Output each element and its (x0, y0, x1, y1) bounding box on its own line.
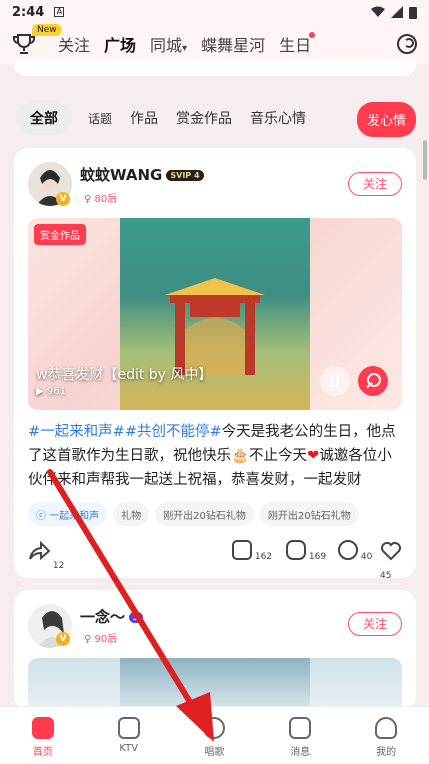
scrollbar[interactable] (423, 140, 427, 180)
caret-down-icon: ▾ (182, 43, 188, 54)
filter-bar: 全部 话题 作品 赏金作品 音乐心情 发心情 (16, 100, 416, 137)
pause-button[interactable] (320, 366, 350, 396)
filter-music-mood[interactable]: 音乐心情 (250, 108, 306, 128)
age-text: 80后 (94, 194, 118, 205)
hashtag[interactable]: #一起来和声# (28, 424, 125, 440)
nav-ktv-label: KTV (119, 743, 139, 754)
nav-me[interactable]: 我的 (343, 707, 429, 764)
age-text: 90后 (94, 634, 118, 645)
feed-card[interactable]: V 一念～ 3 ♀ 90后 关注 (14, 590, 416, 710)
nav-home-label: 首页 (32, 747, 53, 758)
search-bar-remnant[interactable] (14, 60, 416, 76)
post-chips: ⓒ 一起来和声 礼物 刚开出20钻石礼物 刚开出20钻石礼物 (28, 502, 416, 526)
filter-all[interactable]: 全部 (16, 101, 72, 135)
post-text[interactable]: #一起来和声##共创不能停#今天是我老公的生日，他点了这首歌作为生日歌，祝他快乐… (28, 420, 404, 492)
like-action[interactable]: 45 (380, 540, 406, 581)
user-icon (375, 717, 398, 739)
nav-messages[interactable]: 消息 (257, 707, 343, 764)
age-tag: ♀ 80后 (84, 194, 118, 205)
play-count-text: 961 (46, 386, 66, 397)
tab-birthday-label: 生日 (279, 36, 312, 55)
verified-badge-icon: V (56, 192, 70, 206)
tab-nearby[interactable]: 同城▾ (150, 32, 187, 56)
play-count: ▶ 961 (36, 386, 66, 397)
chip-gift-diamond[interactable]: 刚开出20钻石礼物 (155, 502, 254, 526)
music-note-icon (31, 717, 54, 739)
nav-me-label: 我的 (376, 747, 397, 758)
tab-dieuwu[interactable]: 蝶舞星河 (201, 32, 265, 56)
filter-works[interactable]: 作品 (130, 108, 158, 128)
comment-icon (286, 540, 306, 560)
share-action[interactable]: 12 (28, 540, 64, 571)
nav-tabs: 关注 广场 同城▾ 蝶舞星河 生日 (58, 32, 325, 64)
share-icon (29, 540, 51, 561)
svip-badge: SVIP 4 (166, 170, 204, 181)
song-title[interactable]: w恭喜发财【edit by 风中】 (36, 364, 212, 384)
comment-count: 169 (308, 551, 327, 562)
gift-icon (232, 540, 252, 560)
gift-action[interactable]: 162 (232, 540, 273, 562)
username-text: 一念～ (80, 608, 126, 626)
status-bar: 2:44 A (0, 0, 429, 24)
post-mood-button[interactable]: 发心情 (356, 102, 416, 137)
age-tag: ♀ 90后 (84, 634, 118, 645)
share-count: 12 (52, 561, 65, 571)
feed-card[interactable]: V 蚊蚊WANG SVIP 4 ♀ 80后 关注 赏金作品 w恭喜发财【edit … (14, 148, 416, 581)
hashtag[interactable]: #共创不能停# (125, 424, 222, 440)
gift-count: 162 (254, 551, 273, 562)
action-bar: 12 162 169 40 45 (26, 540, 406, 581)
username[interactable]: 一念～ 3 (80, 606, 143, 627)
sing-mic-button[interactable] (358, 366, 388, 396)
follow-button[interactable]: 关注 (348, 612, 402, 636)
song-cover-art (120, 658, 310, 710)
wifi-icon (371, 6, 385, 17)
username[interactable]: 蚊蚊WANG SVIP 4 (80, 164, 204, 185)
bottom-nav: 首页 KTV 唱歌 消息 我的 (0, 706, 429, 764)
status-time: 2:44 (12, 4, 45, 20)
reward-works-tag: 赏金作品 (34, 224, 86, 245)
camera-icon[interactable] (397, 34, 417, 54)
like-count: 45 (380, 571, 392, 581)
chip-gift[interactable]: 礼物 (113, 502, 150, 526)
listen-action[interactable]: 40 (338, 540, 373, 562)
nav-ktv[interactable]: KTV (86, 707, 172, 764)
tab-nearby-label: 同城 (150, 36, 183, 55)
level-badge: 3 (129, 612, 143, 623)
nav-messages-label: 消息 (290, 747, 311, 758)
tab-birthday[interactable]: 生日 (279, 32, 316, 56)
verified-badge-icon: V (56, 632, 70, 646)
chip-topic-label: 一起来和声 (49, 511, 100, 522)
nav-sing[interactable]: 唱歌 (172, 707, 258, 764)
mic-icon (203, 717, 226, 739)
battery-icon (409, 6, 417, 19)
red-dot-badge (309, 32, 316, 38)
song-media[interactable]: 赏金作品 w恭喜发财【edit by 风中】 ▶ 961 (28, 218, 402, 410)
follow-button[interactable]: 关注 (348, 172, 402, 196)
signal-icon (391, 6, 403, 18)
comment-action[interactable]: 169 (286, 540, 327, 562)
message-icon (289, 717, 312, 739)
chip-gift-diamond[interactable]: 刚开出20钻石礼物 (259, 502, 359, 526)
top-nav: New 关注 广场 同城▾ 蝶舞星河 生日 (0, 24, 429, 64)
username-text: 蚊蚊WANG (80, 166, 163, 184)
nav-home[interactable]: 首页 (0, 707, 86, 764)
song-media[interactable] (28, 658, 402, 710)
filter-reward-works[interactable]: 赏金作品 (176, 108, 232, 128)
chip-topic[interactable]: ⓒ 一起来和声 (28, 502, 108, 526)
status-icons (371, 6, 417, 19)
nav-sing-label: 唱歌 (204, 747, 225, 758)
filter-topic[interactable]: 话题 (88, 110, 112, 127)
tv-icon (117, 717, 140, 739)
audio-wave-icon (338, 540, 358, 560)
listen-count: 40 (360, 551, 373, 562)
tab-square[interactable]: 广场 (104, 32, 136, 64)
heart-icon (381, 542, 401, 561)
tab-follow[interactable]: 关注 (58, 32, 90, 56)
notification-a-icon: A (54, 7, 65, 17)
heart-emoji-icon: ❤ (307, 448, 320, 464)
